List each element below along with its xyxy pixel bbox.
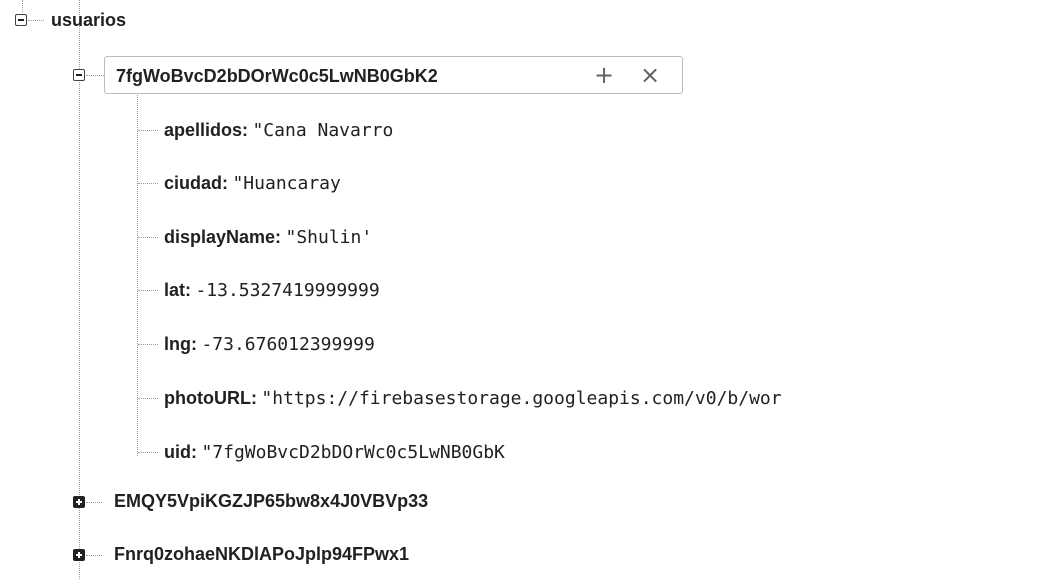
expanded-node-key-box[interactable]: 7fgWoBvcD2bDOrWc0c5LwNB0GbK2 + × — [104, 56, 683, 94]
add-child-icon[interactable]: + — [590, 61, 618, 89]
tree-guide-field — [138, 237, 158, 238]
tree-guide-field — [138, 344, 158, 345]
field-row-uid[interactable]: uid: "7fgWoBvcD2bDOrWc0c5LwNB0GbK — [164, 440, 684, 466]
field-row-apellidos[interactable]: apellidos: "Cana Navarro — [164, 118, 504, 144]
field-row-lat[interactable]: lat: -13.5327419999999 — [164, 278, 499, 304]
field-key: lat: — [164, 280, 191, 300]
field-key: photoURL: — [164, 388, 257, 408]
tree-guide-root-connector — [28, 20, 44, 21]
collapse-toggle-icon[interactable] — [15, 14, 27, 26]
field-value[interactable]: "Huancaray — [232, 173, 340, 194]
field-key: ciudad: — [164, 173, 229, 193]
field-row-displayname[interactable]: displayName: "Shulin' — [164, 225, 470, 251]
tree-guide-sibling — [86, 502, 102, 503]
root-node-label[interactable]: usuarios — [51, 9, 126, 31]
delete-node-icon[interactable]: × — [636, 61, 664, 89]
field-key: displayName: — [164, 227, 282, 247]
field-key: apellidos: — [164, 120, 249, 140]
tree-guide-children — [137, 86, 138, 456]
tree-guide-field — [138, 183, 158, 184]
field-row-ciudad[interactable]: ciudad: "Huancaray — [164, 171, 426, 197]
field-value[interactable]: "Shulin' — [286, 227, 373, 248]
tree-guide-root — [79, 0, 80, 579]
collapse-toggle-icon[interactable] — [73, 69, 85, 81]
field-value[interactable]: "7fgWoBvcD2bDOrWc0c5LwNB0GbK — [201, 442, 504, 463]
field-row-photourl[interactable]: photoURL: "https://firebasestorage.googl… — [164, 386, 999, 412]
tree-guide-field — [138, 130, 158, 131]
field-key: uid: — [164, 442, 197, 462]
field-value[interactable]: -13.5327419999999 — [195, 280, 379, 301]
expand-toggle-icon[interactable] — [73, 496, 85, 508]
field-key: lng: — [164, 334, 197, 354]
collapsed-node-key[interactable]: EMQY5VpiKGZJP65bw8x4J0VBVp33 — [114, 490, 428, 512]
collapsed-node-key[interactable]: Fnrq0zohaeNKDlAPoJplp94FPwx1 — [114, 543, 409, 565]
expand-toggle-icon[interactable] — [73, 549, 85, 561]
tree-guide-node-connector — [86, 75, 104, 76]
tree-guide-field — [138, 452, 158, 453]
tree-guide-field — [138, 290, 158, 291]
field-value[interactable]: -73.676012399999 — [201, 334, 374, 355]
tree-guide-sibling — [86, 555, 102, 556]
tree-guide-field — [138, 398, 158, 399]
field-row-lng[interactable]: lng: -73.676012399999 — [164, 332, 479, 358]
tree-guide-top — [22, 0, 23, 12]
field-value[interactable]: "https://firebasestorage.googleapis.com/… — [261, 388, 781, 409]
field-value[interactable]: "Cana Navarro — [252, 120, 393, 141]
expanded-node-key[interactable]: 7fgWoBvcD2bDOrWc0c5LwNB0GbK2 — [116, 65, 438, 87]
